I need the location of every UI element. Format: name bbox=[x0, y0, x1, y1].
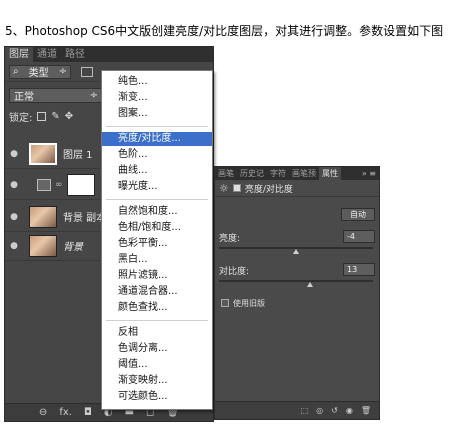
eye-icon[interactable]: ● bbox=[5, 241, 23, 251]
menu-item-solid-color[interactable]: 纯色... bbox=[102, 75, 212, 89]
trash-icon[interactable]: 🗑 bbox=[361, 406, 371, 415]
layers-tabbar: 图层 通道 路径 bbox=[5, 47, 213, 62]
properties-header: ☼ 亮度/对比度 bbox=[215, 180, 379, 197]
menu-item-photo-filter[interactable]: 照片滤镜... bbox=[102, 269, 212, 283]
use-legacy-checkbox[interactable] bbox=[221, 299, 229, 307]
tab-character[interactable]: 字符 bbox=[267, 167, 289, 180]
layer-thumbnail bbox=[29, 142, 57, 165]
contrast-slider-handle[interactable] bbox=[307, 282, 313, 287]
properties-tabbar: 画笔 历史记 字符 画笔预 属性 » ≡ bbox=[215, 167, 379, 180]
layer-thumbnail bbox=[29, 234, 57, 257]
menu-item-brightness-contrast[interactable]: 亮度/对比度... bbox=[102, 132, 212, 146]
caption-text: 5、Photoshop CS6中文版创建亮度/对比度图层，对其进行调整。参数设置… bbox=[5, 24, 444, 38]
brightness-sun-icon: ☼ bbox=[219, 181, 229, 195]
use-legacy-label: 使用旧版 bbox=[233, 299, 265, 308]
chevron-updown-icon: ÷ bbox=[89, 89, 98, 101]
eye-icon[interactable]: ● bbox=[5, 212, 23, 222]
layer-name: 图层 1 bbox=[63, 150, 93, 161]
menu-item-gradient-map[interactable]: 渐变映射... bbox=[102, 374, 212, 388]
mask-square-icon[interactable] bbox=[232, 184, 241, 192]
menu-item-channel-mixer[interactable]: 通道混合器... bbox=[102, 285, 212, 299]
properties-panel: 画笔 历史记 字符 画笔预 属性 » ≡ ☼ 亮度/对比度 自动 亮度: -4 … bbox=[214, 166, 380, 420]
menu-item-color-balance[interactable]: 色彩平衡... bbox=[102, 237, 212, 251]
lock-transparency-icon[interactable] bbox=[37, 111, 47, 121]
blend-mode-select[interactable]: 正常 ÷ bbox=[9, 87, 103, 103]
lock-label: 锁定: bbox=[9, 112, 33, 124]
view-previous-icon[interactable]: ◎ bbox=[316, 406, 323, 415]
lock-brush-icon[interactable]: ✎ bbox=[51, 111, 59, 122]
reset-icon[interactable]: ↺ bbox=[331, 406, 338, 415]
blend-mode-value: 正常 bbox=[14, 91, 34, 103]
contrast-label: 对比度: bbox=[219, 267, 250, 277]
mask-thumbnail bbox=[66, 173, 95, 196]
menu-item-hue-saturation[interactable]: 色相/饱和度... bbox=[102, 221, 212, 235]
chevron-updown-icon: ÷ bbox=[58, 66, 67, 77]
clip-to-layer-icon[interactable]: ⬚ bbox=[301, 406, 309, 415]
properties-bottom-bar: ⬚ ◎ ↺ ◉ 🗑 bbox=[215, 401, 379, 419]
contrast-slider-track[interactable] bbox=[219, 280, 373, 282]
adjustment-menu: 纯色... 渐变... 图案... 亮度/对比度... 色阶... 曲线... … bbox=[101, 70, 213, 410]
filter-type-label: 类型 bbox=[28, 68, 49, 79]
filter-type-select[interactable]: ⌕ 类型 ÷ bbox=[9, 64, 71, 79]
link-icon[interactable]: ⊖ bbox=[39, 407, 47, 418]
panel-menu-icon[interactable]: » ≡ bbox=[362, 167, 376, 180]
brightness-label: 亮度: bbox=[219, 234, 241, 244]
menu-item-selective-color[interactable]: 可选颜色... bbox=[102, 390, 212, 404]
lock-move-icon[interactable]: ✥ bbox=[65, 111, 73, 122]
brightness-slider-handle[interactable] bbox=[293, 249, 299, 254]
mask-icon[interactable]: ◘ bbox=[84, 407, 92, 418]
tab-channels[interactable]: 通道 bbox=[33, 47, 61, 62]
tab-brush-presets[interactable]: 画笔预 bbox=[289, 167, 319, 180]
menu-item-invert[interactable]: 反相 bbox=[102, 326, 212, 340]
tab-paths[interactable]: 路径 bbox=[61, 47, 89, 62]
tab-layers[interactable]: 图层 bbox=[5, 47, 33, 62]
eye-icon[interactable]: ● bbox=[5, 180, 23, 190]
search-icon: ⌕ bbox=[13, 66, 19, 77]
auto-button[interactable]: 自动 bbox=[341, 208, 375, 221]
menu-item-curves[interactable]: 曲线... bbox=[102, 164, 212, 178]
menu-item-posterize[interactable]: 色调分离... bbox=[102, 342, 212, 356]
chain-link-icon[interactable]: ∞ bbox=[55, 180, 63, 190]
eye-icon[interactable]: ● bbox=[5, 149, 23, 159]
menu-item-exposure[interactable]: 曝光度... bbox=[102, 180, 212, 194]
menu-item-threshold[interactable]: 阈值... bbox=[102, 358, 212, 372]
menu-separator bbox=[106, 320, 208, 321]
contrast-input[interactable]: 13 bbox=[343, 263, 375, 276]
brightness-input[interactable]: -4 bbox=[343, 230, 375, 243]
properties-title: 亮度/对比度 bbox=[244, 184, 293, 195]
layer-thumbnail bbox=[29, 205, 57, 228]
menu-item-vibrance[interactable]: 自然饱和度... bbox=[102, 205, 212, 219]
visibility-icon[interactable]: ◉ bbox=[346, 406, 353, 415]
adjustment-layer-icon bbox=[37, 178, 51, 191]
menu-item-levels[interactable]: 色阶... bbox=[102, 148, 212, 162]
menu-separator bbox=[106, 126, 208, 127]
tab-brush[interactable]: 画笔 bbox=[215, 167, 237, 180]
menu-item-black-white[interactable]: 黑白... bbox=[102, 253, 212, 267]
image-filter-icon[interactable] bbox=[81, 66, 93, 77]
menu-separator bbox=[106, 199, 208, 200]
tab-properties[interactable]: 属性 bbox=[319, 167, 341, 180]
menu-item-gradient[interactable]: 渐变... bbox=[102, 91, 212, 105]
menu-item-pattern[interactable]: 图案... bbox=[102, 107, 212, 121]
menu-item-color-lookup[interactable]: 颜色查找... bbox=[102, 301, 212, 315]
fx-icon[interactable]: fx. bbox=[59, 407, 72, 418]
tab-history[interactable]: 历史记 bbox=[237, 167, 267, 180]
layer-name: 背景 bbox=[63, 242, 83, 253]
layer-name: 背景 副本 bbox=[63, 213, 107, 224]
